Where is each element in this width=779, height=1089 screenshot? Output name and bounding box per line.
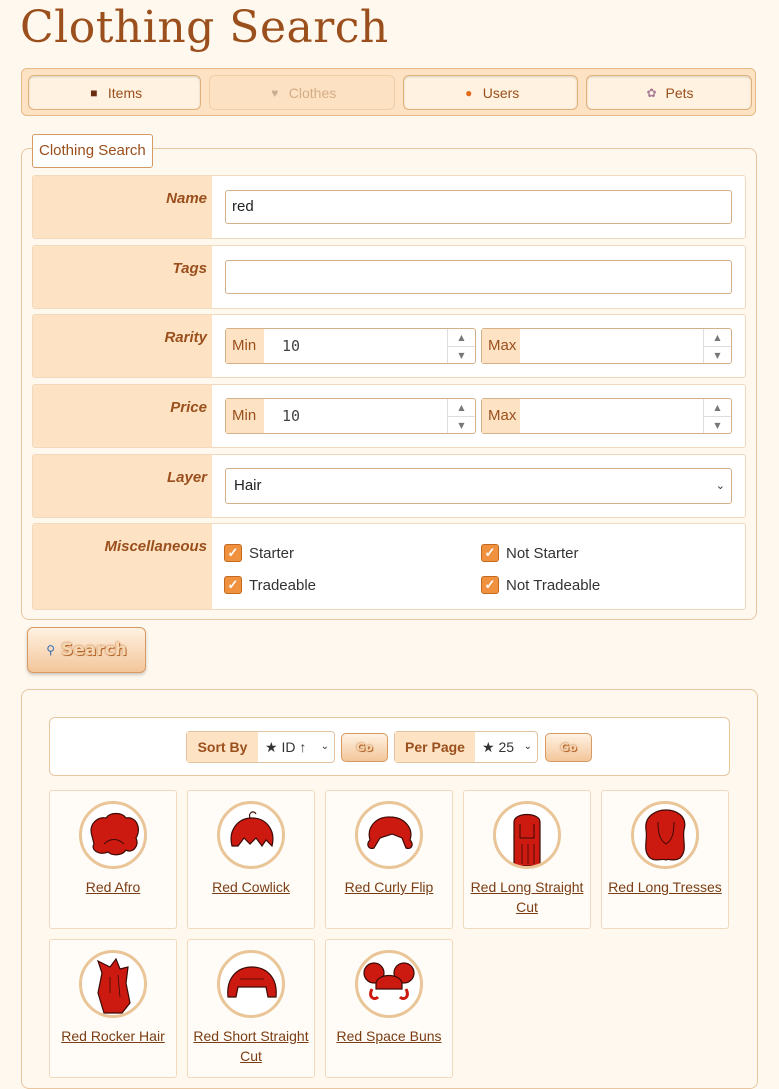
tags-input[interactable] xyxy=(225,260,732,294)
result-card-name[interactable]: Red Short Straight Cut xyxy=(188,1026,314,1066)
tab-items[interactable]: ■ Items xyxy=(28,75,201,110)
price-max-prefix: Max xyxy=(482,399,520,433)
rarity-row: Rarity Min 10 ▲ ▼ Max ▲ ▼ xyxy=(32,314,746,378)
rarity-min-input[interactable]: Min 10 ▲ ▼ xyxy=(225,328,476,364)
pet-icon: ✿ xyxy=(646,85,657,100)
result-card[interactable]: Red Space Buns xyxy=(325,939,453,1078)
tags-row: Tags xyxy=(32,245,746,309)
per-page-label: Per Page xyxy=(395,732,475,762)
rarity-max-stepper[interactable]: ▲ ▼ xyxy=(703,329,731,363)
result-card-name[interactable]: Red Space Buns xyxy=(326,1026,452,1046)
chevron-down-icon: ⌄ xyxy=(523,741,532,752)
chevron-up-icon[interactable]: ▲ xyxy=(448,329,475,347)
rarity-max-prefix: Max xyxy=(482,329,520,363)
search-button[interactable]: ⚲ Search xyxy=(27,627,146,673)
chevron-down-icon[interactable]: ▼ xyxy=(448,347,475,364)
space-buns-hair-icon xyxy=(355,950,423,1018)
result-card[interactable]: Red Afro xyxy=(49,790,177,929)
nav-tabs: ■ Items ♥ Clothes ● Users ✿ Pets xyxy=(21,68,756,116)
check-icon: ✓ xyxy=(481,544,499,562)
name-row: Name red xyxy=(32,175,746,239)
sort-by-label: Sort By xyxy=(187,732,258,762)
result-card-name[interactable]: Red Afro xyxy=(50,877,176,897)
rarity-min-stepper[interactable]: ▲ ▼ xyxy=(447,329,475,363)
starter-checkbox[interactable]: ✓ Starter xyxy=(224,544,294,562)
tags-label: Tags xyxy=(172,260,207,277)
sort-by-select[interactable]: Sort By ★ ID ↑ ⌄ xyxy=(186,731,335,763)
long-straight-hair-icon xyxy=(493,801,561,869)
result-card[interactable]: Red Long Straight Cut xyxy=(463,790,591,929)
chevron-up-icon[interactable]: ▲ xyxy=(704,399,731,417)
cowlick-hair-icon xyxy=(217,801,285,869)
user-icon: ● xyxy=(465,85,473,100)
per-page-value: ★ 25 xyxy=(482,739,515,755)
price-label: Price xyxy=(170,399,207,416)
result-card[interactable]: Red Short Straight Cut xyxy=(187,939,315,1078)
magnifier-icon: ⚲ xyxy=(46,643,55,657)
sort-by-value: ★ ID ↑ xyxy=(265,739,307,755)
result-card[interactable]: Red Long Tresses xyxy=(601,790,729,929)
misc-label: Miscellaneous xyxy=(104,538,207,555)
tradeable-checkbox[interactable]: ✓ Tradeable xyxy=(224,576,316,594)
clothes-icon: ♥ xyxy=(271,85,279,100)
per-page-select[interactable]: Per Page ★ 25 ⌄ xyxy=(394,731,538,763)
misc-row: Miscellaneous ✓ Starter ✓ Not Starter ✓ Tra… xyxy=(32,523,746,610)
chevron-up-icon[interactable]: ▲ xyxy=(448,399,475,417)
rarity-max-input[interactable]: Max ▲ ▼ xyxy=(481,328,732,364)
rarity-label: Rarity xyxy=(164,329,207,346)
price-min-prefix: Min xyxy=(226,399,264,433)
curly-flip-hair-icon xyxy=(355,801,423,869)
price-max-stepper[interactable]: ▲ ▼ xyxy=(703,399,731,433)
name-label: Name xyxy=(166,190,207,207)
result-card-name[interactable]: Red Curly Flip xyxy=(326,877,452,897)
chevron-down-icon: ⌄ xyxy=(715,480,725,492)
layer-label: Layer xyxy=(166,469,207,486)
chevron-down-icon: ⌄ xyxy=(320,741,329,752)
result-card-name[interactable]: Red Long Tresses xyxy=(602,877,728,897)
not-tradeable-checkbox[interactable]: ✓ Not Tradeable xyxy=(481,576,600,594)
tab-pets[interactable]: ✿ Pets xyxy=(586,75,752,110)
page-title: Clothing Search xyxy=(20,2,389,53)
layer-row: Layer Hair ⌄ xyxy=(32,454,746,518)
chevron-up-icon[interactable]: ▲ xyxy=(704,329,731,347)
rocker-hair-icon xyxy=(79,950,147,1018)
name-input[interactable]: red xyxy=(225,190,732,224)
afro-hair-icon xyxy=(79,801,147,869)
result-card-name[interactable]: Red Rocker Hair xyxy=(50,1026,176,1046)
price-min-value: 10 xyxy=(282,407,301,425)
long-tresses-hair-icon xyxy=(631,801,699,869)
result-card[interactable]: Red Curly Flip xyxy=(325,790,453,929)
check-icon: ✓ xyxy=(224,576,242,594)
tab-users[interactable]: ● Users xyxy=(403,75,578,110)
result-card[interactable]: Red Cowlick xyxy=(187,790,315,929)
price-max-input[interactable]: Max ▲ ▼ xyxy=(481,398,732,434)
layer-select[interactable]: Hair ⌄ xyxy=(225,468,732,504)
result-card-name[interactable]: Red Cowlick xyxy=(188,877,314,897)
box-icon: ■ xyxy=(90,85,98,100)
price-min-stepper[interactable]: ▲ ▼ xyxy=(447,399,475,433)
sort-bar xyxy=(49,717,730,776)
per-page-go-button[interactable]: Go xyxy=(545,733,592,762)
rarity-min-prefix: Min xyxy=(226,329,264,363)
check-icon: ✓ xyxy=(224,544,242,562)
not-starter-checkbox[interactable]: ✓ Not Starter xyxy=(481,544,579,562)
price-min-input[interactable]: Min 10 ▲ ▼ xyxy=(225,398,476,434)
chevron-down-icon[interactable]: ▼ xyxy=(704,417,731,434)
chevron-down-icon[interactable]: ▼ xyxy=(704,347,731,364)
search-fieldset-legend: Clothing Search xyxy=(32,134,153,168)
tab-clothes[interactable]: ♥ Clothes xyxy=(209,75,395,110)
result-card-name[interactable]: Red Long Straight Cut xyxy=(464,877,590,917)
layer-select-value: Hair xyxy=(234,477,262,494)
rarity-min-value: 10 xyxy=(282,337,301,355)
result-card[interactable]: Red Rocker Hair xyxy=(49,939,177,1078)
price-row: Price Min 10 ▲ ▼ Max ▲ ▼ xyxy=(32,384,746,448)
short-straight-hair-icon xyxy=(217,950,285,1018)
sort-go-button[interactable]: Go xyxy=(341,733,388,762)
check-icon: ✓ xyxy=(481,576,499,594)
chevron-down-icon[interactable]: ▼ xyxy=(448,417,475,434)
